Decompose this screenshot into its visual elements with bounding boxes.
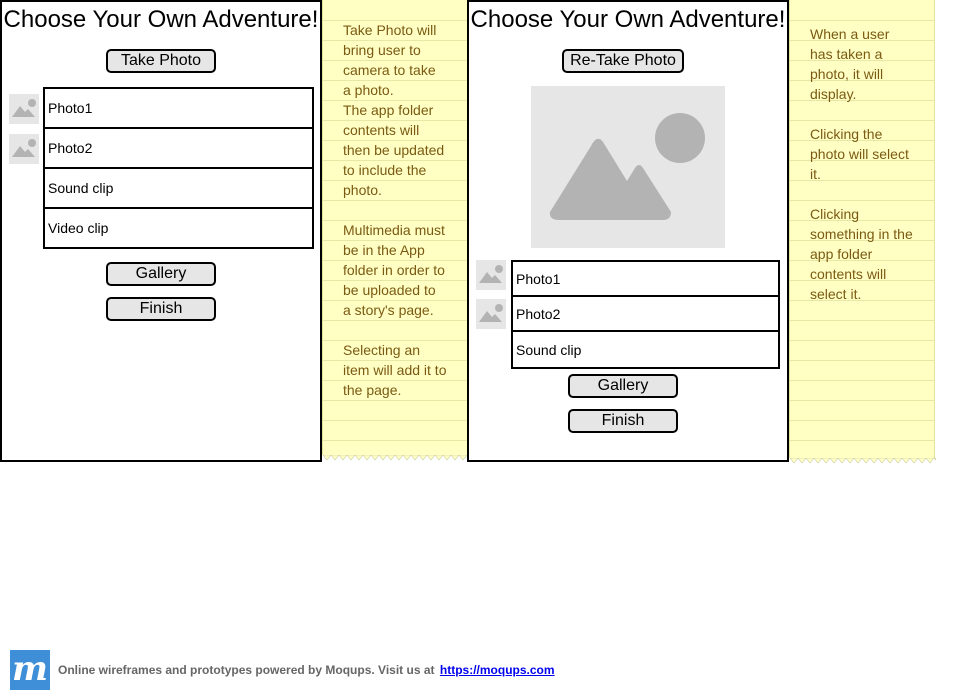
gallery-button[interactable]: Gallery [106, 262, 216, 286]
list-item-photo2[interactable]: Photo2 [43, 127, 314, 169]
note-text: Take Photo will bring user to camera to … [343, 22, 447, 398]
sticky-note-annotation: When a user has taken a photo, it will d… [789, 0, 936, 464]
image-placeholder-icon [476, 299, 506, 329]
list-item-sound-clip[interactable]: Sound clip [511, 330, 780, 369]
list-item-video-clip[interactable]: Video clip [43, 207, 314, 249]
footer-text: Online wireframes and prototypes powered… [58, 663, 555, 677]
take-photo-button[interactable]: Take Photo [106, 49, 216, 73]
finish-button[interactable]: Finish [568, 409, 678, 433]
moqups-footer: m Online wireframes and prototypes power… [10, 650, 555, 690]
image-placeholder-icon [9, 94, 39, 124]
image-placeholder-icon [476, 260, 506, 290]
wireframe-screen-app-folder: Choose Your Own Adventure! Take Photo Ph… [0, 0, 322, 462]
footer-message: Online wireframes and prototypes powered… [58, 663, 435, 677]
screen-title: Choose Your Own Adventure! [3, 6, 319, 33]
retake-photo-button[interactable]: Re-Take Photo [562, 49, 684, 73]
image-placeholder-icon [9, 134, 39, 164]
moqups-logo-icon[interactable]: m [10, 650, 50, 690]
list-item-sound-clip[interactable]: Sound clip [43, 167, 314, 209]
screen-title: Choose Your Own Adventure! [470, 6, 786, 33]
list-item-photo2[interactable]: Photo2 [511, 295, 780, 332]
photo-preview-image[interactable] [531, 86, 725, 248]
gallery-button[interactable]: Gallery [568, 374, 678, 398]
finish-button[interactable]: Finish [106, 297, 216, 321]
torn-edge [790, 458, 936, 464]
note-text: When a user has taken a photo, it will d… [810, 26, 913, 302]
sticky-note-annotation: Take Photo will bring user to camera to … [322, 0, 469, 461]
list-item-photo1[interactable]: Photo1 [511, 260, 780, 297]
list-item-photo1[interactable]: Photo1 [43, 87, 314, 129]
torn-edge [323, 455, 469, 461]
moqups-link[interactable]: https://moqups.com [440, 663, 555, 677]
wireframe-screen-photo-taken: Choose Your Own Adventure! Re-Take Photo… [467, 0, 789, 462]
